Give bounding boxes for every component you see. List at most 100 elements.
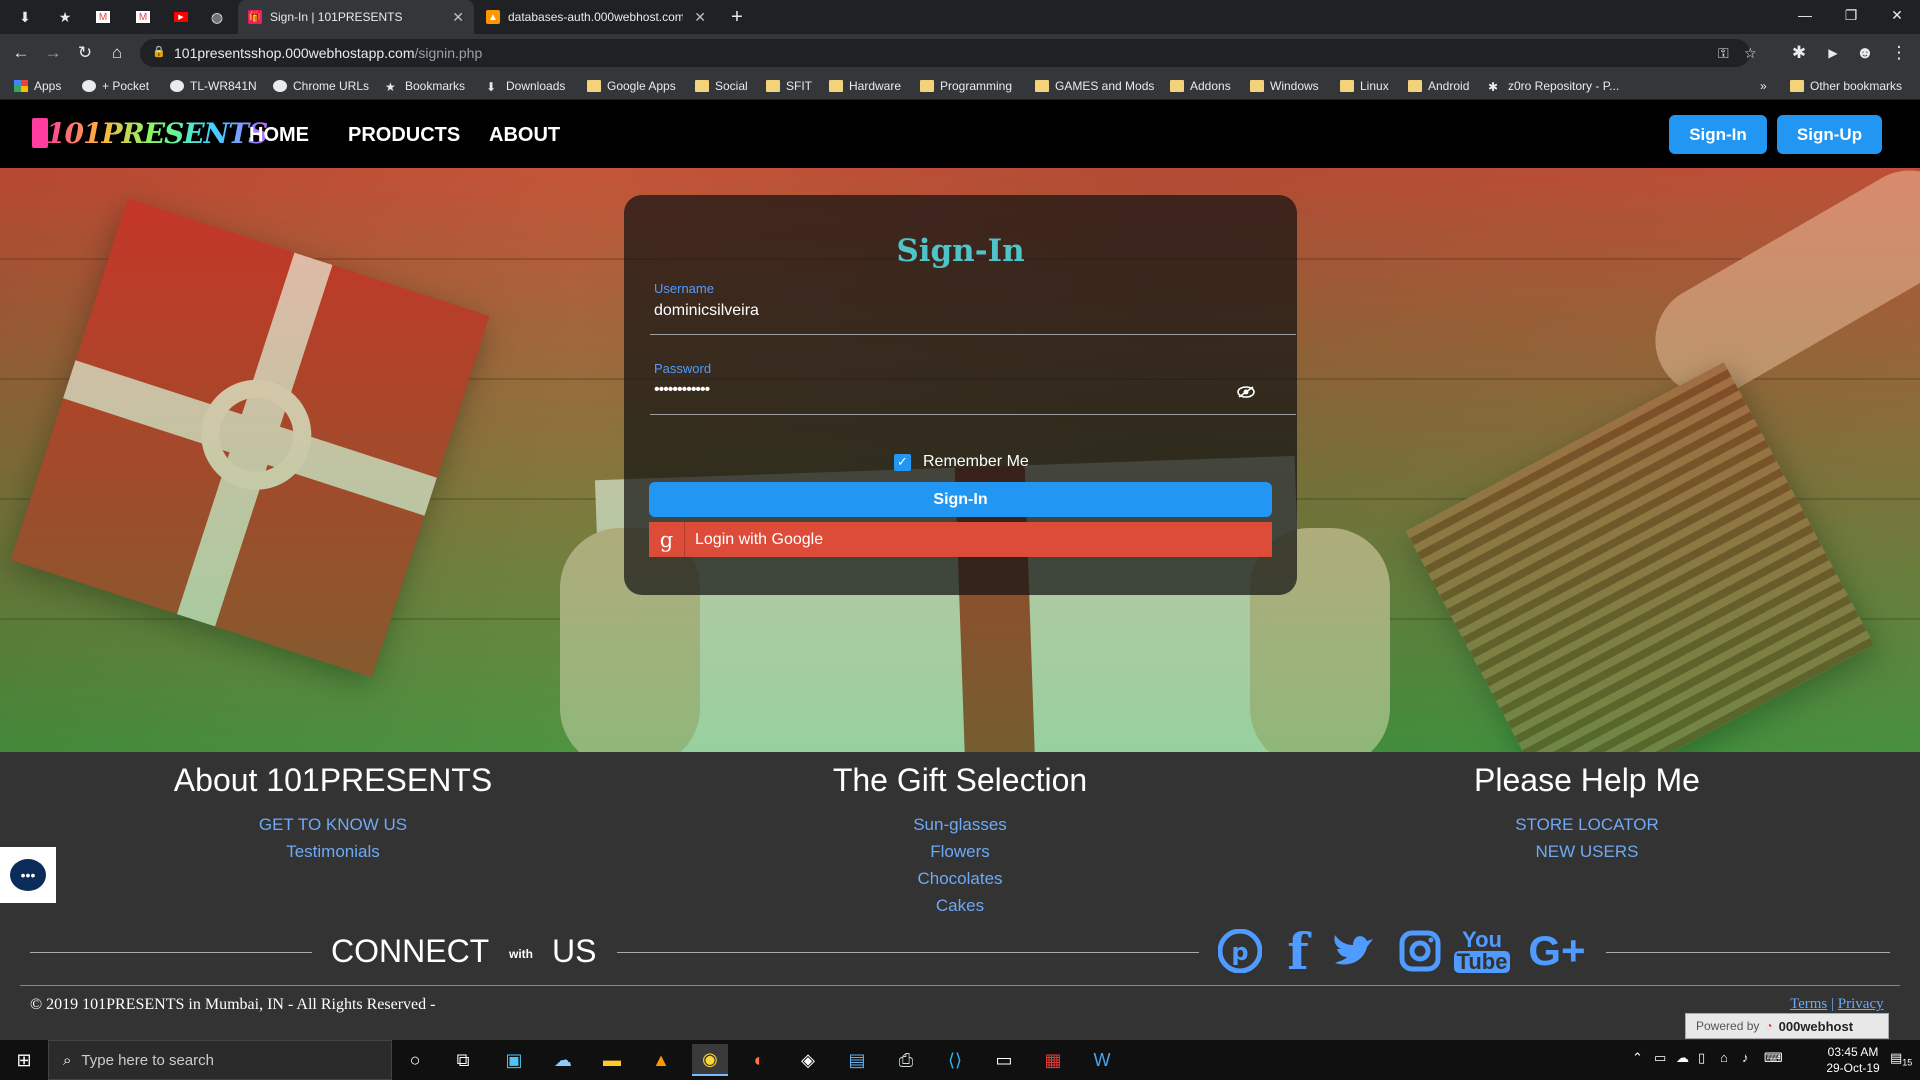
file-explorer-icon[interactable]: ▬: [594, 1044, 630, 1076]
username-field[interactable]: dominicsilveira: [654, 302, 759, 320]
back-icon[interactable]: ←: [10, 42, 32, 64]
privacy-link[interactable]: Privacy: [1838, 996, 1884, 1012]
footer-link-new-users[interactable]: NEW USERS: [1267, 838, 1907, 865]
tray-volume-icon[interactable]: ♪: [1742, 1050, 1749, 1065]
window-close-icon[interactable]: ✕: [1874, 0, 1920, 30]
windows-start-icon[interactable]: ⊞: [0, 1040, 48, 1080]
bookmark-downloads[interactable]: ⬇ Downloads: [486, 77, 565, 95]
nav-home[interactable]: HOME: [249, 124, 309, 147]
minimize-icon[interactable]: —: [1782, 0, 1828, 30]
media-play-icon[interactable]: ▶: [1822, 42, 1844, 64]
bookmark-folder-games[interactable]: GAMES and Mods: [1035, 77, 1154, 95]
taskbar-search[interactable]: ⌕ Type here to search: [48, 1040, 392, 1080]
bookmark-folder-linux[interactable]: Linux: [1340, 77, 1389, 95]
instagram-icon[interactable]: [1396, 924, 1444, 978]
bookmark-tl-wr841n[interactable]: TL-WR841N: [170, 77, 257, 95]
chrome-icon[interactable]: ◉: [692, 1044, 728, 1076]
extensions-icon[interactable]: ✱: [1788, 42, 1810, 64]
menu-kebab-icon[interactable]: ⋮: [1888, 42, 1910, 64]
nav-about[interactable]: ABOUT: [489, 124, 560, 147]
signin-button[interactable]: Sign-In: [649, 482, 1272, 517]
remember-me[interactable]: ✓ Remember Me: [894, 453, 1029, 471]
header-signup-button[interactable]: Sign-Up: [1777, 115, 1882, 154]
firefox-icon[interactable]: ◐: [741, 1044, 777, 1076]
bookmark-folder-sfit[interactable]: SFIT: [766, 77, 812, 95]
password-field[interactable]: ••••••••••••: [654, 381, 710, 399]
bookmark-folder-android[interactable]: Android: [1408, 77, 1469, 95]
pinterest-icon[interactable]: p: [1216, 924, 1264, 978]
terms-link[interactable]: Terms: [1790, 996, 1827, 1012]
remember-checkbox[interactable]: ✓: [894, 453, 911, 471]
outlook-icon[interactable]: ▤: [839, 1044, 875, 1076]
globe-icon[interactable]: ◍: [206, 6, 228, 28]
acrobat-icon[interactable]: ▦: [1035, 1044, 1071, 1076]
bookmark-other[interactable]: Other bookmarks: [1790, 77, 1902, 95]
youtube-icon[interactable]: You Tube: [1453, 924, 1511, 978]
bookmark-bookmarks[interactable]: ★ Bookmarks: [385, 77, 465, 95]
tray-onedrive-icon[interactable]: ☁: [1676, 1050, 1689, 1066]
new-tab-icon[interactable]: +: [726, 6, 748, 28]
vlc-icon[interactable]: ▲: [643, 1044, 679, 1076]
store-icon[interactable]: ▣: [496, 1044, 532, 1076]
bookmarks-overflow-icon[interactable]: »: [1760, 77, 1767, 95]
tray-chevron-icon[interactable]: ⌃: [1632, 1050, 1643, 1066]
footer-link-cakes[interactable]: Cakes: [640, 892, 1280, 919]
cloud-sync-icon[interactable]: ☁: [545, 1044, 581, 1076]
gamepad-icon[interactable]: ◈: [790, 1044, 826, 1076]
reload-icon[interactable]: ↻: [74, 42, 96, 64]
taskbar-clock[interactable]: 03:45 AM 29-Oct-19: [1818, 1044, 1888, 1076]
show-password-icon[interactable]: [1237, 385, 1259, 399]
twitter-icon[interactable]: [1330, 924, 1380, 978]
footer-link-testimonials[interactable]: Testimonials: [13, 838, 653, 865]
forward-icon[interactable]: →: [42, 42, 64, 64]
bookmark-apps[interactable]: Apps: [14, 77, 61, 95]
task-view-icon[interactable]: ⧉: [445, 1044, 481, 1076]
footer-link-get-to-know-us[interactable]: GET TO KNOW US: [13, 811, 653, 838]
url-text[interactable]: 101presentsshop.000webhostapp.com/signin…: [174, 45, 482, 61]
bookmark-folder-windows[interactable]: Windows: [1250, 77, 1319, 95]
close-icon[interactable]: ✕: [452, 9, 464, 26]
home-icon[interactable]: ⌂: [106, 42, 128, 64]
footer-link-flowers[interactable]: Flowers: [640, 838, 1280, 865]
tray-display-icon[interactable]: ▭: [1654, 1050, 1666, 1066]
profile-avatar-icon[interactable]: ☻: [1854, 42, 1876, 64]
notifications-icon[interactable]: ▤15: [1890, 1050, 1912, 1068]
powered-by-badge[interactable]: Powered by ◔ 000webhost: [1685, 1013, 1889, 1039]
bookmark-folder-social[interactable]: Social: [695, 77, 748, 95]
key-icon[interactable]: ⚿: [1718, 45, 1729, 62]
restore-icon[interactable]: ❐: [1828, 0, 1874, 30]
tab-signin[interactable]: 🎁 Sign-In | 101PRESENTS ✕: [238, 0, 474, 34]
google-plus-icon[interactable]: G+: [1524, 924, 1590, 978]
facebook-icon[interactable]: f: [1280, 922, 1316, 981]
bookmark-star-icon[interactable]: ☆: [1744, 45, 1757, 62]
bookmark-folder-addons[interactable]: Addons: [1170, 77, 1231, 95]
header-signin-button[interactable]: Sign-In: [1669, 115, 1767, 154]
bookmark-folder-google-apps[interactable]: Google Apps: [587, 77, 676, 95]
bookmark-z0ro[interactable]: ✱ z0ro Repository - P...: [1488, 77, 1619, 95]
download-icon[interactable]: ⬇: [14, 6, 36, 28]
star-icon[interactable]: ★: [54, 6, 76, 28]
footer-link-store-locator[interactable]: STORE LOCATOR: [1267, 811, 1907, 838]
word-icon[interactable]: W: [1084, 1044, 1120, 1076]
bookmark-pocket[interactable]: + Pocket: [82, 77, 149, 95]
gmail-icon[interactable]: M: [132, 6, 154, 28]
tab-databases[interactable]: ▲ databases-auth.000webhost.com ✕: [476, 0, 716, 34]
address-bar[interactable]: 🔒 101presentsshop.000webhostapp.com/sign…: [140, 39, 1757, 67]
footer-link-sunglasses[interactable]: Sun-glasses: [640, 811, 1280, 838]
bookmark-folder-programming[interactable]: Programming: [920, 77, 1012, 95]
vscode-icon[interactable]: ⟨⟩: [937, 1044, 973, 1076]
tray-battery-icon[interactable]: ▯: [1698, 1050, 1705, 1066]
tray-keyboard-icon[interactable]: ⌨: [1764, 1050, 1783, 1066]
chat-widget[interactable]: •••: [0, 847, 56, 903]
google-login-button[interactable]: g Login with Google: [649, 522, 1272, 557]
bookmark-chrome-urls[interactable]: Chrome URLs: [273, 77, 369, 95]
footer-link-chocolates[interactable]: Chocolates: [640, 865, 1280, 892]
site-logo[interactable]: 101PRESENTS: [46, 117, 268, 150]
youtube-tab-icon[interactable]: ▶: [170, 6, 192, 28]
cortana-icon[interactable]: ○: [397, 1044, 433, 1076]
tray-network-icon[interactable]: ⌂: [1720, 1050, 1728, 1065]
gmail-icon[interactable]: M: [92, 6, 114, 28]
nav-products[interactable]: PRODUCTS: [348, 124, 460, 147]
bookmark-folder-hardware[interactable]: Hardware: [829, 77, 901, 95]
close-icon[interactable]: ✕: [694, 9, 706, 26]
